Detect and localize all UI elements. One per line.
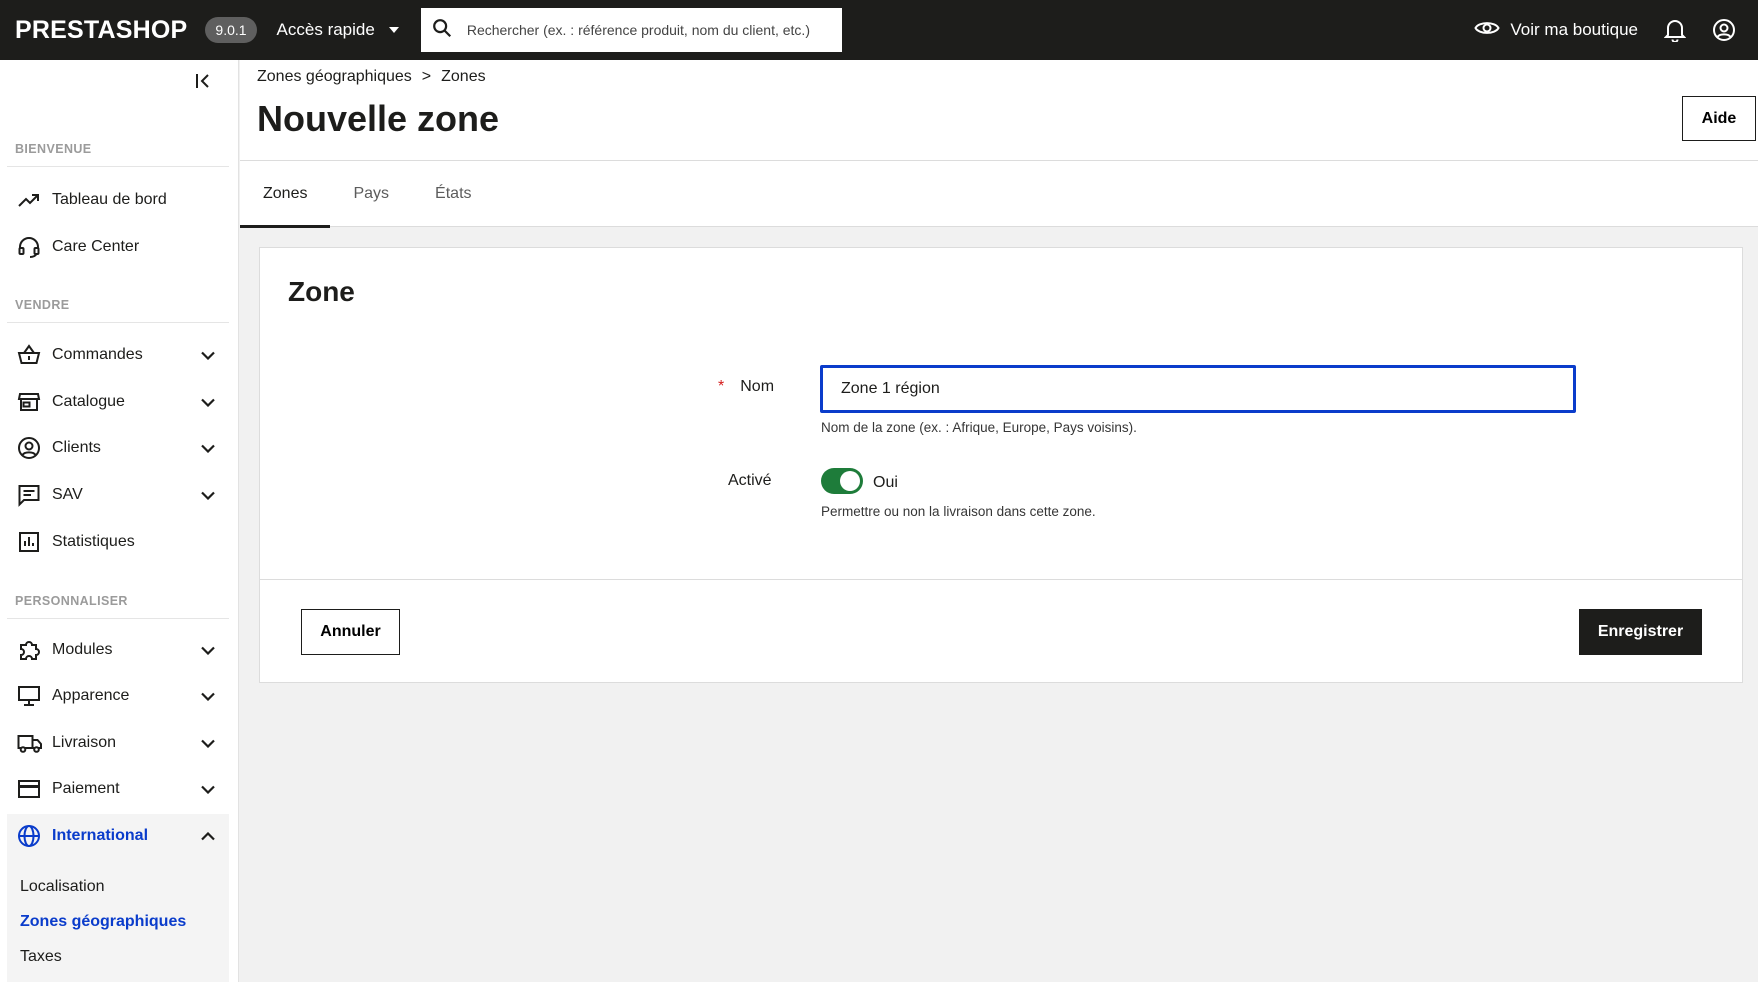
page-header: Zones géographiques > Zones Nouvelle zon… bbox=[240, 60, 1758, 161]
chevron-down-icon bbox=[201, 739, 215, 748]
chevron-down-icon bbox=[201, 444, 215, 453]
name-label: * Nom bbox=[718, 378, 774, 396]
chevron-down-icon bbox=[201, 351, 215, 360]
sidebar-item-label: Livraison bbox=[52, 734, 117, 751]
sidebar: BIENVENUE Tableau de bord Care Center VE… bbox=[0, 60, 239, 982]
trending-up-icon bbox=[17, 188, 43, 212]
sidebar-item-care-center[interactable]: Care Center bbox=[7, 225, 229, 269]
card-title: Zone bbox=[288, 276, 355, 307]
headset-icon bbox=[17, 235, 43, 259]
sidebar-item-label: Tableau de bord bbox=[52, 191, 167, 208]
sidebar-item-tableau-de-bord[interactable]: Tableau de bord bbox=[7, 178, 229, 222]
sidebar-item-label: Clients bbox=[52, 439, 101, 456]
zone-name-input[interactable] bbox=[820, 365, 1576, 413]
chevron-down-icon bbox=[201, 646, 215, 655]
sidebar-item-label: Catalogue bbox=[52, 393, 125, 410]
active-label: Activé bbox=[728, 472, 772, 489]
bell-icon[interactable] bbox=[1664, 18, 1686, 42]
store-icon bbox=[17, 390, 43, 414]
submenu-item-localisation[interactable]: Localisation bbox=[20, 878, 105, 896]
page-title: Nouvelle zone bbox=[257, 98, 500, 139]
sidebar-item-label: Apparence bbox=[52, 687, 130, 704]
search-icon[interactable] bbox=[431, 17, 453, 44]
breadcrumb-separator: > bbox=[421, 68, 432, 85]
active-help-text: Permettre ou non la livraison dans cette… bbox=[821, 504, 1096, 519]
sidebar-item-clients[interactable]: Clients bbox=[7, 426, 229, 470]
sidebar-item-label: Commandes bbox=[52, 346, 143, 363]
quick-access-label: Accès rapide bbox=[276, 20, 375, 39]
breadcrumb: Zones géographiques > Zones bbox=[257, 68, 486, 86]
name-label-text: Nom bbox=[740, 378, 775, 395]
sidebar-item-label: Statistiques bbox=[52, 533, 135, 550]
sidebar-item-livraison[interactable]: Livraison bbox=[7, 721, 229, 765]
section-title-personnaliser: PERSONNALISER bbox=[15, 594, 128, 608]
save-button[interactable]: Enregistrer bbox=[1579, 609, 1702, 655]
quick-access-dropdown[interactable]: Accès rapide bbox=[277, 20, 399, 40]
sidebar-item-sav[interactable]: SAV bbox=[7, 473, 229, 517]
name-help-text: Nom de la zone (ex. : Afrique, Europe, P… bbox=[821, 420, 1137, 435]
truck-icon bbox=[17, 731, 43, 755]
bar-chart-icon bbox=[17, 530, 43, 554]
cancel-button[interactable]: Annuler bbox=[301, 609, 400, 655]
tab-bar: Zones Pays États bbox=[240, 161, 1758, 228]
view-shop-label: Voir ma boutique bbox=[1510, 20, 1638, 39]
top-bar: PRESTASHOP 9.0.1 Accès rapide Voir ma bo… bbox=[0, 0, 1758, 60]
sidebar-item-catalogue[interactable]: Catalogue bbox=[7, 380, 229, 424]
chevron-down-icon bbox=[201, 785, 215, 794]
section-title-bienvenue: BIENVENUE bbox=[15, 142, 92, 156]
sidebar-item-paiement[interactable]: Paiement bbox=[7, 767, 229, 811]
sidebar-item-statistiques[interactable]: Statistiques bbox=[7, 520, 229, 564]
chevron-up-icon bbox=[201, 831, 215, 841]
sidebar-item-modules[interactable]: Modules bbox=[7, 628, 229, 672]
chevron-down-icon bbox=[201, 692, 215, 701]
chat-icon bbox=[17, 483, 43, 507]
sidebar-item-label: SAV bbox=[52, 486, 83, 503]
zone-form-card: Zone * Nom Nom de la zone (ex. : Afrique,… bbox=[259, 247, 1743, 683]
sidebar-item-apparence[interactable]: Apparence bbox=[7, 674, 229, 718]
basket-icon bbox=[17, 343, 43, 367]
help-button[interactable]: Aide bbox=[1682, 96, 1756, 141]
tab-zones[interactable]: Zones bbox=[240, 161, 331, 228]
card-footer-divider bbox=[260, 579, 1742, 580]
collapse-sidebar-icon[interactable] bbox=[194, 72, 212, 95]
active-toggle-label: Oui bbox=[873, 474, 898, 491]
breadcrumb-link-zones-geographiques[interactable]: Zones géographiques bbox=[257, 68, 412, 86]
divider bbox=[7, 618, 229, 619]
tab-etats[interactable]: États bbox=[412, 161, 494, 227]
credit-card-icon bbox=[17, 777, 43, 801]
tab-pays[interactable]: Pays bbox=[330, 161, 412, 227]
section-title-vendre: VENDRE bbox=[15, 298, 70, 312]
sidebar-item-label: Paiement bbox=[52, 780, 120, 797]
prestashop-logo[interactable]: PRESTASHOP bbox=[15, 16, 187, 45]
divider bbox=[7, 166, 229, 167]
search-box[interactable] bbox=[420, 8, 842, 52]
active-toggle[interactable] bbox=[821, 468, 863, 494]
caret-down-icon bbox=[388, 27, 399, 33]
account-icon[interactable] bbox=[1712, 18, 1736, 42]
sidebar-item-label: Modules bbox=[52, 641, 113, 658]
globe-icon bbox=[17, 824, 43, 848]
view-shop-link[interactable]: Voir ma boutique bbox=[1474, 19, 1638, 42]
required-marker: * bbox=[718, 378, 725, 395]
chevron-down-icon bbox=[201, 398, 215, 407]
divider bbox=[7, 322, 229, 323]
chevron-down-icon bbox=[201, 491, 215, 500]
search-input[interactable] bbox=[466, 22, 827, 38]
version-badge: 9.0.1 bbox=[205, 17, 257, 43]
sidebar-item-international[interactable]: International bbox=[7, 814, 229, 858]
submenu-item-taxes[interactable]: Taxes bbox=[20, 948, 62, 966]
submenu-item-zones-geographiques[interactable]: Zones géographiques bbox=[20, 913, 186, 931]
sidebar-item-commandes[interactable]: Commandes bbox=[7, 333, 229, 377]
sidebar-item-label: International bbox=[52, 827, 149, 844]
user-circle-icon bbox=[17, 436, 43, 460]
eye-icon bbox=[1474, 19, 1501, 42]
monitor-icon bbox=[17, 684, 43, 708]
sidebar-item-label: Care Center bbox=[52, 238, 140, 255]
puzzle-icon bbox=[17, 638, 43, 662]
breadcrumb-link-zones[interactable]: Zones bbox=[441, 68, 485, 86]
